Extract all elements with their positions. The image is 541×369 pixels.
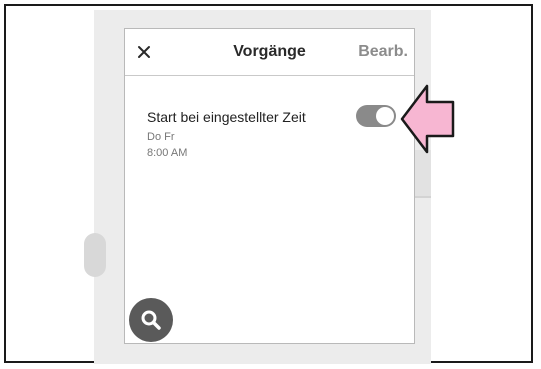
dialog-header: Vorgänge Bearb. [125,29,414,76]
background-panel-edge [414,150,431,196]
schedule-toggle[interactable] [356,105,396,127]
edit-button[interactable]: Bearb. [358,43,408,61]
operations-dialog: Vorgänge Bearb. Start bei eingestellter … [124,28,415,344]
schedule-label: Start bei eingestellter Zeit [147,109,306,125]
search-icon [141,310,161,330]
schedule-days: Do Fr [147,131,175,143]
arrow-left-icon [400,84,455,154]
toggle-knob [376,107,394,125]
background-divider [414,196,431,198]
background-scroll-handle [84,233,106,277]
search-button[interactable] [129,298,173,342]
schedule-time: 8:00 AM [147,147,188,159]
